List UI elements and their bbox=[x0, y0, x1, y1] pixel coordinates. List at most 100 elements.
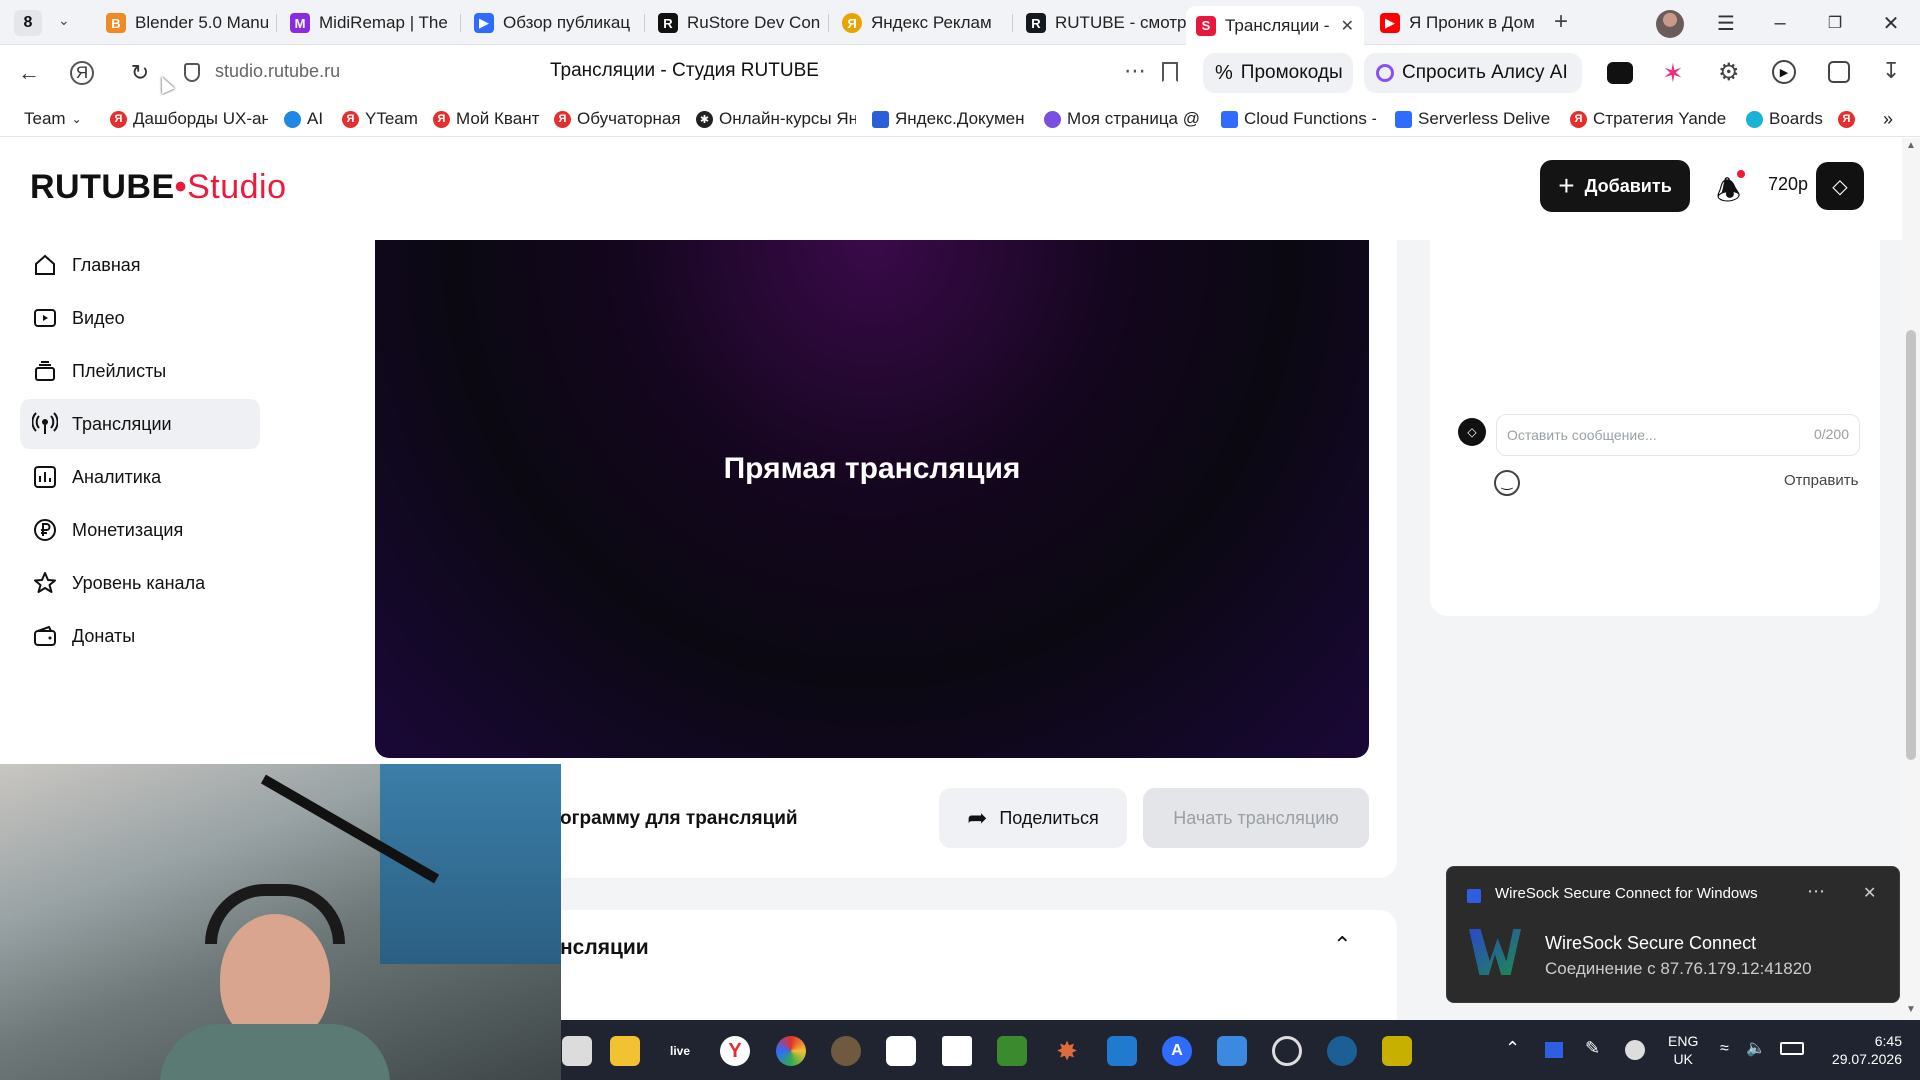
map-app-icon[interactable] bbox=[1382, 1036, 1412, 1066]
bookmark-online-courses[interactable]: ✱ Онлайн-курсы Ян bbox=[696, 108, 856, 130]
menu-icon[interactable]: ☰ bbox=[1711, 8, 1741, 38]
sidebar-item-monetization[interactable]: Монетизация bbox=[20, 505, 260, 555]
site-security-shield-icon[interactable] bbox=[184, 63, 200, 82]
wifi-icon[interactable]: ≈ bbox=[1720, 1040, 1729, 1058]
tray-steam-icon[interactable] bbox=[1625, 1040, 1645, 1060]
bookmark-my-kvant[interactable]: Я Мой Квант bbox=[433, 108, 543, 130]
yandex-browser-icon[interactable]: Y bbox=[720, 1036, 750, 1066]
sidebar-item-video[interactable]: Видео bbox=[20, 293, 260, 343]
notification-close-icon[interactable]: ✕ bbox=[1863, 883, 1876, 903]
downloads-icon[interactable]: ↧ bbox=[1882, 58, 1900, 84]
bookmark-ai[interactable]: AI bbox=[284, 108, 334, 130]
wiresock-notification[interactable]: WireSock Secure Connect for Windows ⋯ ✕ … bbox=[1446, 866, 1900, 1003]
language-indicator[interactable]: ENG UK bbox=[1668, 1032, 1698, 1068]
sidebar-item-analytics[interactable]: Аналитика bbox=[20, 452, 260, 502]
video-player[interactable]: Прямая трансляция bbox=[375, 240, 1369, 758]
quality-label[interactable]: 720p bbox=[1768, 174, 1808, 195]
shield-app-icon[interactable] bbox=[1217, 1036, 1247, 1066]
bookmark-obuchatornaya[interactable]: Я Обучаторная bbox=[554, 108, 684, 130]
more-bookmarks-chevron-icon[interactable]: » bbox=[1883, 108, 1893, 130]
bookmark-serverless[interactable]: Serverless Deliver bbox=[1395, 108, 1550, 130]
tab-blender[interactable]: B Blender 5.0 Manu bbox=[96, 6, 268, 40]
tab-youtube[interactable]: ▶ Я Проник в Дом bbox=[1370, 6, 1542, 40]
add-button[interactable]: + Добавить bbox=[1540, 160, 1690, 212]
bookmark-yandex-docs[interactable]: Яндекс.Докумен bbox=[872, 108, 1027, 130]
taskbar-window-icon[interactable] bbox=[562, 1036, 592, 1066]
collapse-chevron-icon[interactable]: ⌄ bbox=[1333, 930, 1351, 956]
tab-list-chevron-icon[interactable]: ⌄ bbox=[58, 12, 70, 29]
collections-icon[interactable] bbox=[1828, 61, 1850, 83]
bookmark-folder-team[interactable]: Team ⌄ bbox=[24, 108, 94, 130]
restore-icon[interactable]: ❐ bbox=[1820, 8, 1850, 38]
bookmark-yandex-extra[interactable]: Я bbox=[1838, 108, 1860, 130]
clock[interactable]: 6:45 29.07.2026 bbox=[1822, 1032, 1902, 1068]
starburst-icon[interactable]: ✸ bbox=[1052, 1036, 1082, 1066]
ask-alice-button[interactable]: Спросить Алису AI bbox=[1364, 53, 1582, 93]
tab-rutube[interactable]: R RUTUBE - смотр bbox=[1016, 6, 1188, 40]
extensions-puzzle-icon[interactable]: ⚙ bbox=[1718, 58, 1740, 87]
bookmark-strategy[interactable]: Я Стратегия Yande bbox=[1570, 108, 1730, 130]
channel-avatar[interactable]: ◇ bbox=[1816, 162, 1864, 210]
vscode-icon[interactable] bbox=[1107, 1036, 1137, 1066]
profile-avatar[interactable] bbox=[1656, 10, 1684, 38]
tab-broadcasts-active[interactable]: S Трансляции - ✕ bbox=[1186, 6, 1364, 45]
tab-yandex-ads[interactable]: Я Яндекс Реклам bbox=[832, 6, 1004, 40]
tab-midiremap[interactable]: M MidiRemap | The bbox=[280, 6, 452, 40]
share-button[interactable]: ➦ Поделиться bbox=[939, 788, 1127, 848]
emoji-icon[interactable]: ‿ bbox=[1494, 470, 1520, 496]
extension-star-icon[interactable]: ✶ bbox=[1662, 58, 1684, 89]
tab-count-badge[interactable]: 8 bbox=[14, 10, 42, 36]
rutube-studio-logo[interactable]: RUTUBE•Studio bbox=[30, 168, 286, 207]
bookmark-boards[interactable]: Boards bbox=[1746, 108, 1826, 130]
notification-more-icon[interactable]: ⋯ bbox=[1807, 881, 1825, 902]
sidebar-item-channel-level[interactable]: Уровень канала bbox=[20, 558, 260, 608]
minimize-icon[interactable]: – bbox=[1765, 8, 1795, 38]
sidebar-item-broadcasts[interactable]: Трансляции bbox=[20, 399, 260, 449]
promo-codes-button[interactable]: % Промокоды bbox=[1203, 53, 1353, 93]
scroll-down-arrow-icon[interactable]: ▼ bbox=[1906, 1004, 1916, 1015]
battery-icon[interactable] bbox=[1780, 1042, 1804, 1055]
steam-icon[interactable] bbox=[1327, 1036, 1357, 1066]
store-icon[interactable] bbox=[886, 1036, 916, 1066]
tab-publications[interactable]: ▶ Обзор публикац bbox=[464, 6, 636, 40]
page-scrollbar[interactable]: ▲ ▼ bbox=[1902, 138, 1920, 1020]
chat-message-input[interactable]: Оставить сообщение... 0/200 bbox=[1496, 414, 1860, 456]
pinwheel-icon[interactable] bbox=[776, 1036, 806, 1066]
volume-icon[interactable]: 🔈 bbox=[1746, 1038, 1766, 1058]
bookmark-my-page[interactable]: Моя страница @ bbox=[1044, 108, 1204, 130]
tray-chevron-icon[interactable]: ⌃ bbox=[1505, 1038, 1520, 1059]
sidebar-item-home[interactable]: Главная bbox=[20, 240, 260, 290]
reload-icon[interactable]: ↻ bbox=[125, 58, 155, 88]
app-a-icon[interactable]: A bbox=[1162, 1036, 1192, 1066]
tab-rustore[interactable]: R RuStore Dev Con bbox=[648, 6, 820, 40]
live-icon[interactable]: live bbox=[665, 1036, 695, 1066]
close-window-icon[interactable]: ✕ bbox=[1876, 8, 1906, 38]
tray-pen-icon[interactable]: ✎ bbox=[1585, 1038, 1600, 1059]
notes-icon[interactable] bbox=[942, 1036, 972, 1066]
obs-icon[interactable] bbox=[1272, 1036, 1302, 1066]
start-broadcast-button[interactable]: Начать трансляцию bbox=[1143, 788, 1369, 848]
url-field[interactable]: studio.rutube.ru bbox=[215, 61, 340, 82]
notifications-bell-icon[interactable]: 🕭 bbox=[1716, 170, 1741, 218]
tray-wiresock-icon[interactable] bbox=[1545, 1042, 1563, 1058]
share-label: Поделиться bbox=[999, 807, 1099, 828]
send-button[interactable]: Отправить bbox=[1784, 472, 1858, 489]
sidebar-item-label: Главная bbox=[72, 254, 141, 275]
extension-glasses-icon[interactable] bbox=[1607, 62, 1633, 84]
sidebar-item-playlists[interactable]: Плейлисты bbox=[20, 346, 260, 396]
back-arrow-icon[interactable]: ← bbox=[14, 58, 44, 88]
yandex-home-icon[interactable]: Я bbox=[70, 61, 94, 85]
bookmark-dashboards[interactable]: Я Дашборды UX-ан bbox=[110, 108, 268, 130]
close-tab-icon[interactable]: ✕ bbox=[1341, 16, 1354, 36]
scrollbar-thumb[interactable] bbox=[1906, 330, 1916, 760]
scroll-up-arrow-icon[interactable]: ▲ bbox=[1906, 140, 1916, 151]
sidebar-item-donations[interactable]: Донаты bbox=[20, 611, 260, 661]
bookmark-yteam[interactable]: Я YTeam bbox=[342, 108, 420, 130]
more-dots-icon[interactable]: ⋯ bbox=[1124, 58, 1147, 84]
gimp-icon[interactable] bbox=[831, 1036, 861, 1066]
minecraft-icon[interactable] bbox=[997, 1036, 1027, 1066]
bookmark-cloud-functions[interactable]: Cloud Functions - bbox=[1221, 108, 1376, 130]
media-player-icon[interactable]: ▶ bbox=[1772, 60, 1796, 84]
new-tab-plus-icon[interactable]: + bbox=[1554, 8, 1568, 36]
file-explorer-icon[interactable] bbox=[610, 1036, 640, 1066]
